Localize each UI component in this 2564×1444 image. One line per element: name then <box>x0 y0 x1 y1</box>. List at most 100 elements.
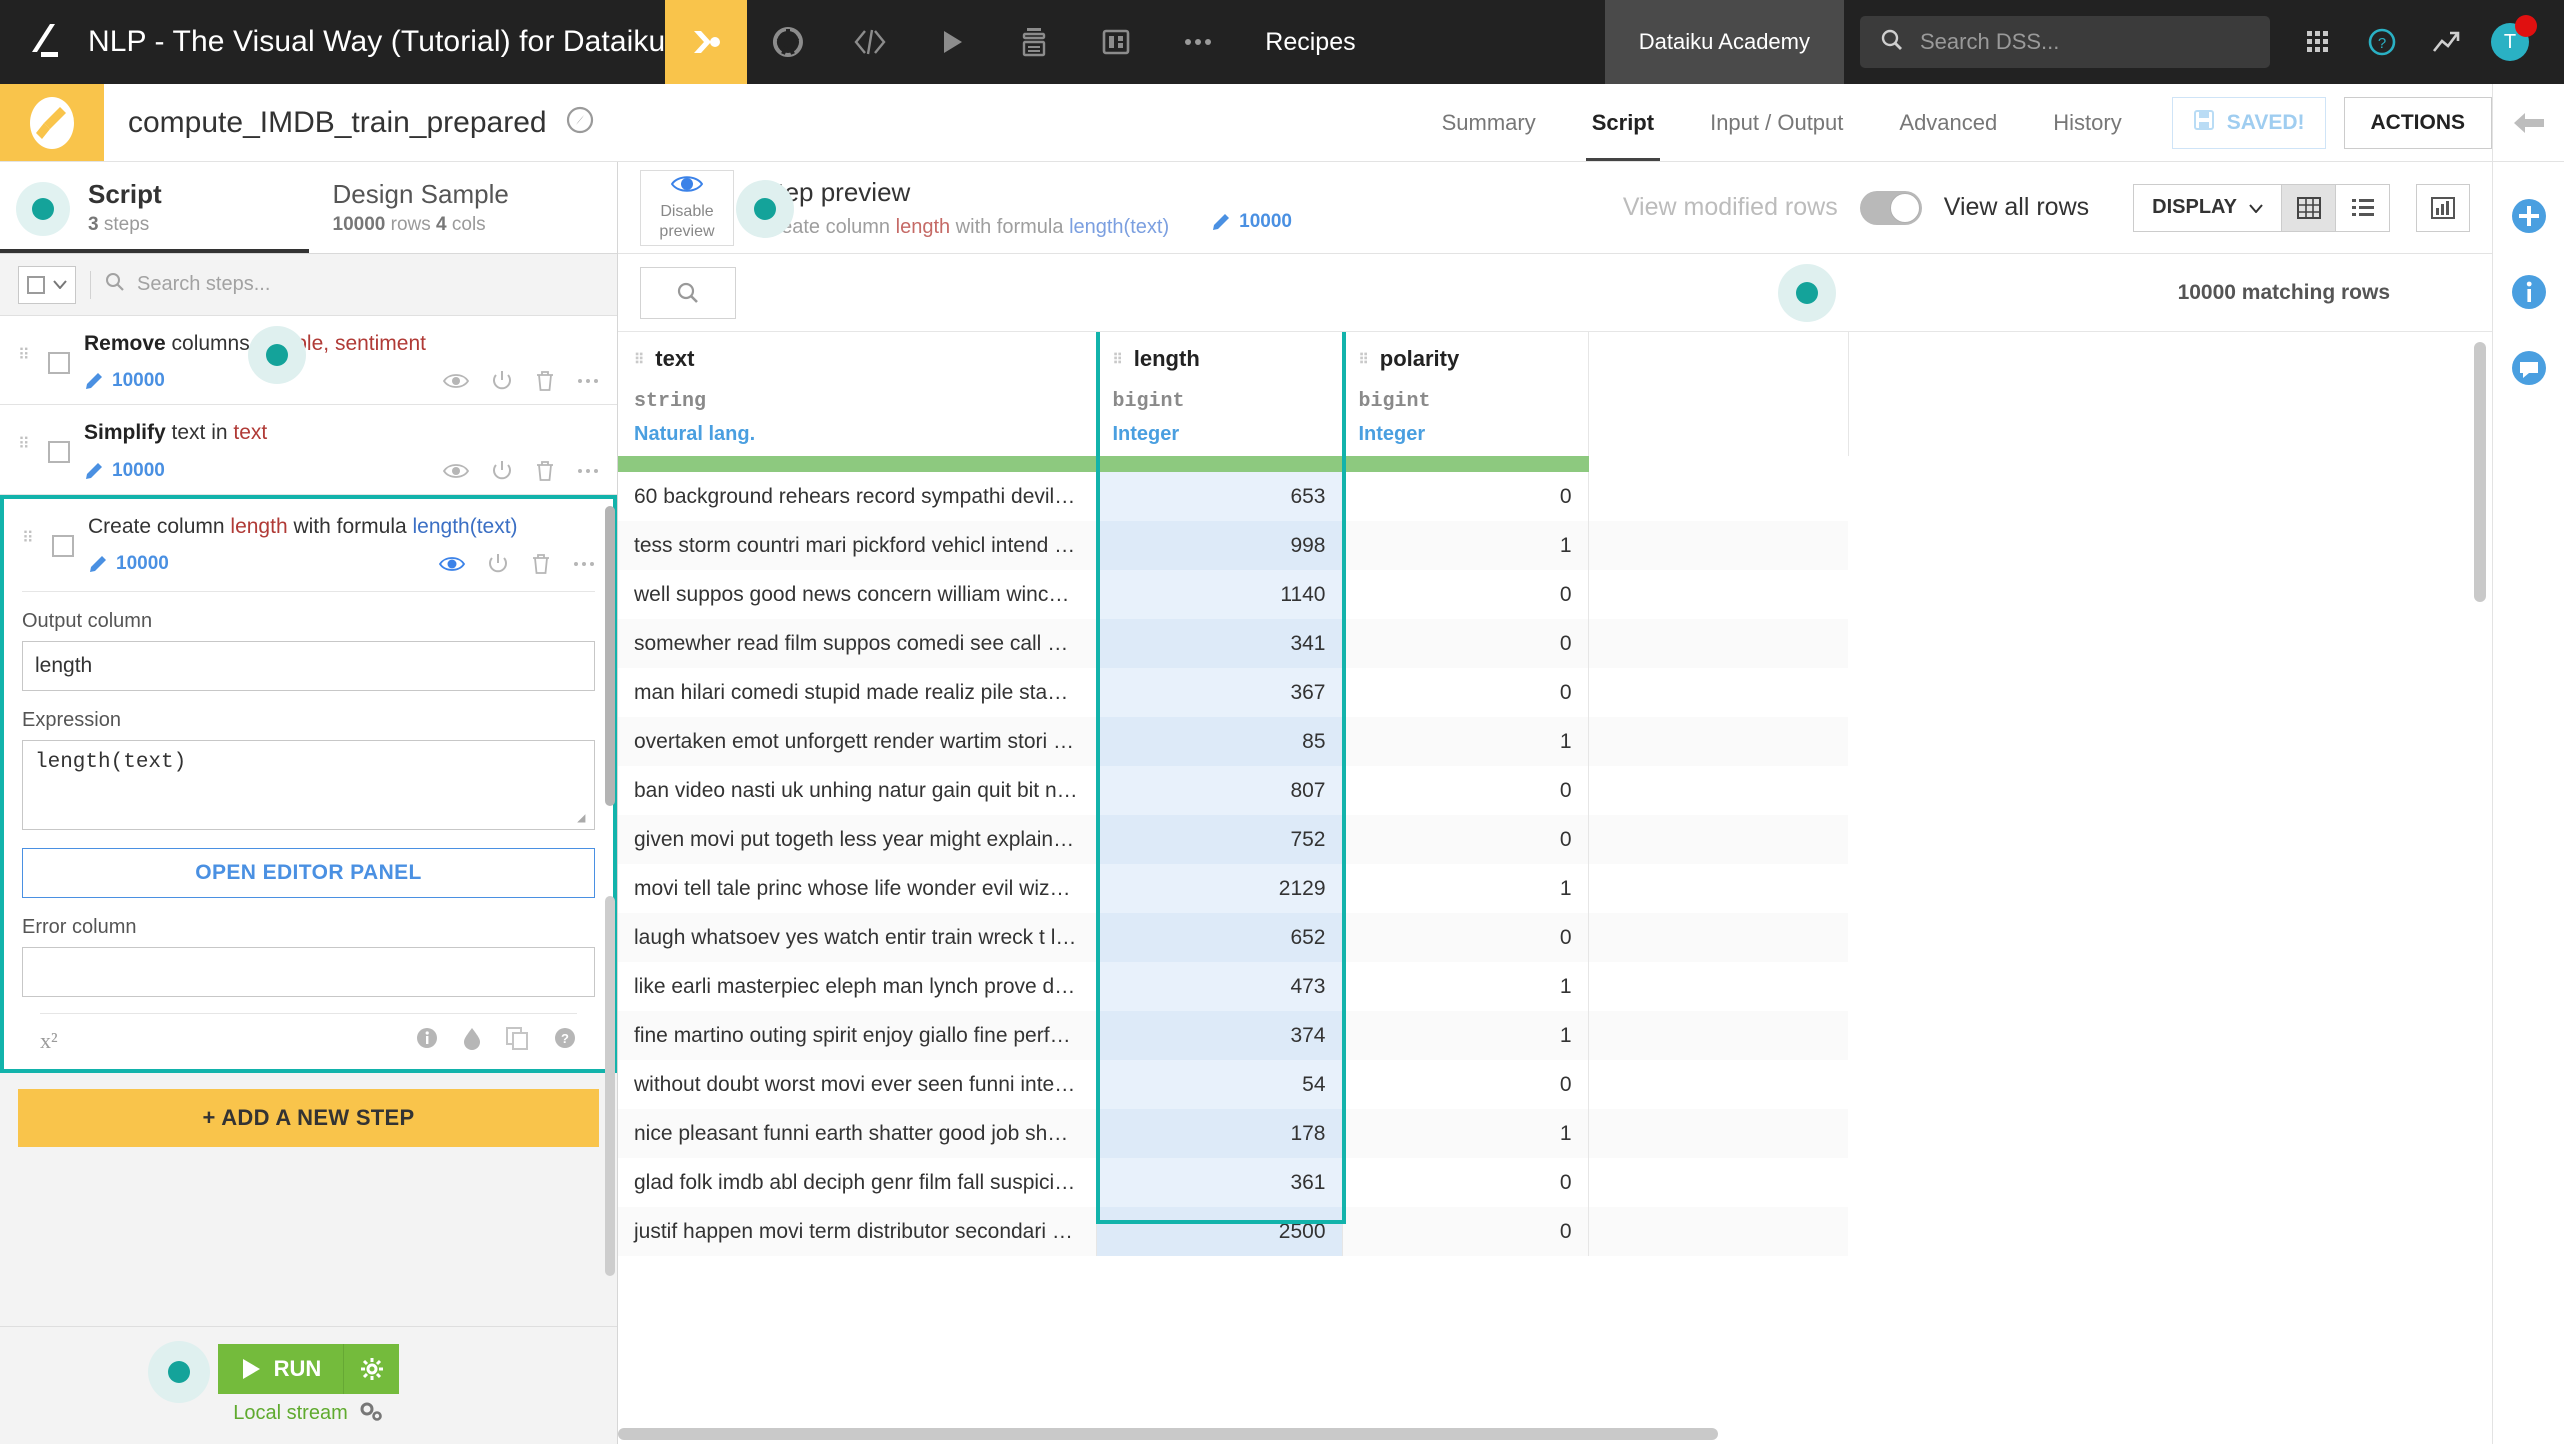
drop-icon[interactable] <box>463 1026 481 1055</box>
cell-polarity[interactable]: 0 <box>1342 913 1589 962</box>
step-checkbox[interactable] <box>48 441 70 464</box>
cell-polarity[interactable]: 1 <box>1342 717 1589 766</box>
steps-scrollbar[interactable] <box>605 506 615 806</box>
script-tab-design-sample[interactable]: Design Sample 10000 rows 4 cols <box>309 162 618 253</box>
table-row[interactable]: well suppos good news concern william wi… <box>618 570 1848 619</box>
view-modified-rows-label[interactable]: View modified rows <box>1623 193 1838 222</box>
data-grid[interactable]: ⠿ text string Natural lang. ⠿ length big… <box>618 332 2492 1444</box>
output-column-input[interactable]: length <box>22 641 595 692</box>
cell-length[interactable]: 752 <box>1096 815 1343 864</box>
table-row[interactable]: like earli masterpiec eleph man lynch pr… <box>618 962 1848 1011</box>
eye-icon[interactable] <box>443 372 469 390</box>
cell-text[interactable]: like earli masterpiec eleph man lynch pr… <box>618 962 1097 1011</box>
table-row[interactable]: overtaken emot unforgett render wartim s… <box>618 717 1848 766</box>
tab-summary[interactable]: Summary <box>1414 84 1564 161</box>
cell-polarity[interactable]: 1 <box>1342 521 1589 570</box>
cell-text[interactable]: ban video nasti uk unhing natur gain qui… <box>618 766 1097 815</box>
dataiku-logo-icon[interactable] <box>26 20 66 64</box>
tab-advanced[interactable]: Advanced <box>1871 84 2025 161</box>
cell-polarity[interactable]: 0 <box>1342 1158 1589 1207</box>
steps-scrollbar-lower[interactable] <box>605 896 615 1276</box>
list-item[interactable]: ⠿ Remove columns sample, sentiment 10000 <box>0 316 617 406</box>
automation-icon[interactable] <box>993 0 1075 84</box>
power-toggle-icon[interactable] <box>491 460 513 482</box>
cell-length[interactable]: 1140 <box>1096 570 1343 619</box>
tab-script[interactable]: Script <box>1564 84 1682 161</box>
cell-polarity[interactable]: 0 <box>1342 815 1589 864</box>
step-checkbox[interactable] <box>48 352 70 374</box>
list-view-icon[interactable] <box>2336 183 2390 232</box>
cell-text[interactable]: tess storm countri mari pickford vehicl … <box>618 521 1097 570</box>
run-settings-gear-icon[interactable] <box>343 1343 400 1394</box>
avatar[interactable]: T <box>2478 15 2542 61</box>
column-drag-handle-icon[interactable]: ⠿ <box>1113 352 1124 366</box>
eye-icon[interactable] <box>439 555 465 573</box>
table-row[interactable]: glad folk imdb abl deciph genr film fall… <box>618 1158 1848 1207</box>
cell-length[interactable]: 178 <box>1096 1109 1343 1158</box>
help-circle-icon[interactable]: ? <box>2350 27 2414 57</box>
delete-trash-icon[interactable] <box>531 553 551 575</box>
delete-trash-icon[interactable] <box>535 460 555 482</box>
column-drag-handle-icon[interactable]: ⠿ <box>1359 352 1370 366</box>
trend-up-icon[interactable] <box>2414 29 2478 55</box>
cell-length[interactable]: 85 <box>1096 717 1343 766</box>
column-meaning[interactable]: Integer <box>1113 423 1326 446</box>
list-item[interactable]: ⠿ Simplify text in text 10000 <box>0 405 617 495</box>
power-toggle-icon[interactable] <box>487 553 509 575</box>
column-header-polarity[interactable]: ⠿ polarity bigint Integer <box>1342 332 1589 456</box>
cell-polarity[interactable]: 0 <box>1342 472 1589 521</box>
grid-vertical-scrollbar[interactable] <box>2474 332 2486 1444</box>
cell-text[interactable]: well suppos good news concern william wi… <box>618 570 1097 619</box>
table-row[interactable]: 60 background rehears record sympathi de… <box>618 472 1848 521</box>
engine-label[interactable]: Local stream <box>233 1400 384 1428</box>
add-new-step-button[interactable]: + ADD A NEW STEP <box>18 1089 599 1148</box>
list-item-selected[interactable]: ⠿ Create column length with formula leng… <box>0 494 617 1074</box>
dataiku-academy-button[interactable]: Dataiku Academy <box>1604 0 1844 84</box>
cell-polarity[interactable]: 1 <box>1342 1011 1589 1060</box>
cell-text[interactable]: nice pleasant funni earth shatter good j… <box>618 1109 1097 1158</box>
cell-length[interactable]: 361 <box>1096 1158 1343 1207</box>
code-icon[interactable] <box>829 0 911 84</box>
disable-preview-button[interactable]: Disable preview <box>640 169 734 246</box>
cell-polarity[interactable]: 0 <box>1342 1060 1589 1109</box>
cell-length[interactable]: 998 <box>1096 521 1343 570</box>
column-meaning[interactable]: Natural lang. <box>634 423 1080 446</box>
more-ellipsis-icon[interactable] <box>577 377 599 385</box>
jobs-play-icon[interactable] <box>911 0 993 84</box>
delete-trash-icon[interactable] <box>535 370 555 392</box>
cell-length[interactable]: 367 <box>1096 668 1343 717</box>
view-all-rows-label[interactable]: View all rows <box>1944 193 2089 222</box>
column-meaning[interactable]: Integer <box>1359 423 1572 446</box>
comment-icon[interactable] <box>2509 348 2549 388</box>
table-row[interactable]: justif happen movi term distributor seco… <box>618 1207 1848 1256</box>
info-circle-icon[interactable] <box>2509 272 2549 312</box>
cell-text[interactable]: somewher read film suppos comedi see cal… <box>618 619 1097 668</box>
actions-button[interactable]: ACTIONS <box>2343 96 2492 149</box>
open-editor-panel-button[interactable]: OPEN EDITOR PANEL <box>22 848 595 899</box>
apps-grid-icon[interactable] <box>2286 29 2350 55</box>
grid-search-button[interactable] <box>640 266 736 319</box>
cell-polarity[interactable]: 1 <box>1342 1109 1589 1158</box>
drag-handle-icon[interactable]: ⠿ <box>18 419 34 481</box>
table-row[interactable]: given movi put togeth less year might ex… <box>618 815 1848 864</box>
view-rows-toggle[interactable] <box>1859 190 1922 225</box>
cell-polarity[interactable]: 1 <box>1342 962 1589 1011</box>
expression-textarea[interactable]: length(text) ◢ <box>22 740 595 831</box>
table-row[interactable]: movi tell tale princ whose life wonder e… <box>618 864 1848 913</box>
cell-text[interactable]: movi tell tale princ whose life wonder e… <box>618 864 1097 913</box>
grid-horizontal-scrollbar[interactable] <box>618 1428 1718 1440</box>
cell-text[interactable]: given movi put togeth less year might ex… <box>618 815 1097 864</box>
table-row[interactable]: laugh whatsoev yes watch entir train wre… <box>618 913 1848 962</box>
gears-icon[interactable] <box>358 1400 384 1428</box>
cell-length[interactable]: 2129 <box>1096 864 1343 913</box>
search-input[interactable]: Search DSS... <box>1860 16 2270 68</box>
copy-icon[interactable] <box>505 1026 529 1055</box>
column-drag-handle-icon[interactable]: ⠿ <box>634 352 645 366</box>
info-circle-icon[interactable] <box>415 1026 439 1055</box>
display-dropdown-button[interactable]: DISPLAY <box>2133 183 2282 232</box>
search-steps-input[interactable]: Search steps... <box>105 272 599 297</box>
share-circle-icon[interactable] <box>565 105 595 140</box>
drag-handle-icon[interactable]: ⠿ <box>22 513 38 575</box>
cell-polarity[interactable]: 1 <box>1342 864 1589 913</box>
cell-text[interactable]: overtaken emot unforgett render wartim s… <box>618 717 1097 766</box>
